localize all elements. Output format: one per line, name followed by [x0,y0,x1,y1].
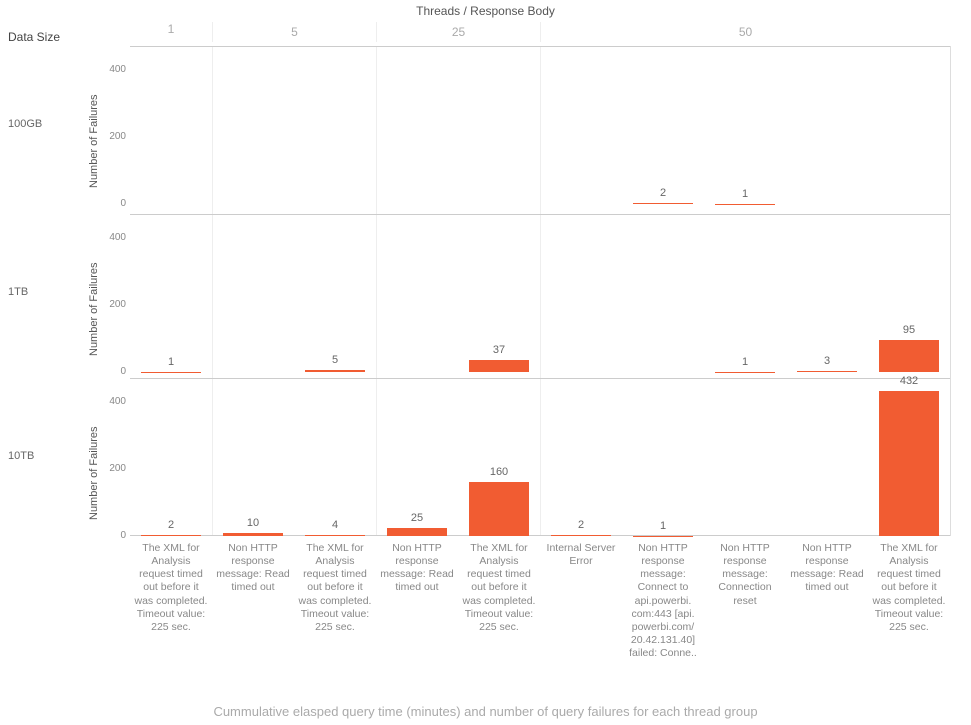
plot-right-edge [950,46,951,536]
bar [715,204,774,205]
x-category-label: Non HTTP response message: Connect to ap… [625,542,700,660]
y-tick-label: 0 [96,198,126,209]
panel-row [130,378,950,536]
y-tick-label: 200 [96,463,126,474]
bar-value-label: 2 [168,519,174,531]
bar-value-label: 37 [493,344,505,356]
thread-group-header: 25 [376,22,540,42]
x-category-label: The XML for Analysis request timed out b… [297,542,372,634]
bar [305,370,364,372]
x-category-label: Non HTTP response message: Connection re… [707,542,782,608]
thread-group-header: 1 [130,22,212,36]
thread-group-header: 5 [212,22,376,42]
row-facet-label: 10TB [8,450,34,462]
x-category-label: The XML for Analysis request timed out b… [133,542,208,634]
bar [141,372,200,373]
x-category-label: The XML for Analysis request timed out b… [871,542,946,634]
bar-value-label: 1 [660,520,666,532]
bar [879,340,938,372]
x-category-label: The XML for Analysis request timed out b… [461,542,536,634]
bar [797,371,856,372]
x-category-label: Non HTTP response message: Read timed ou… [789,542,864,595]
bar [551,535,610,536]
y-tick-label: 0 [96,366,126,377]
bar [715,372,774,373]
bar-value-label: 2 [578,519,584,531]
y-tick-label: 200 [96,299,126,310]
bar [305,535,364,536]
bar [633,536,692,537]
y-tick-label: 200 [96,131,126,142]
row-facet-label: 100GB [8,118,42,130]
y-tick-label: 400 [96,396,126,407]
bar-value-label: 1 [742,356,748,368]
y-tick-label: 0 [96,530,126,541]
bar-value-label: 1 [168,356,174,368]
bar [141,535,200,536]
bar-value-label: 160 [490,466,508,478]
bar [469,360,528,372]
bar-value-label: 95 [903,324,915,336]
x-category-label: Non HTTP response message: Read timed ou… [215,542,290,595]
bar [469,482,528,536]
bar-value-label: 432 [900,375,918,387]
x-category-label: Non HTTP response message: Read timed ou… [379,542,454,595]
col-facet-title: Threads / Response Body [0,4,971,18]
bar-value-label: 10 [247,517,259,529]
bar-value-label: 1 [742,188,748,200]
bar-value-label: 5 [332,354,338,366]
y-tick-label: 400 [96,64,126,75]
bar-value-label: 4 [332,519,338,531]
bar [633,203,692,204]
y-tick-label: 400 [96,232,126,243]
thread-group-header: 50 [540,22,950,42]
x-category-label: Internal Server Error [543,542,618,568]
chart-root: Threads / Response Body Data Size 152550… [0,0,971,725]
panel-row [130,46,950,204]
row-facet-title: Data Size [8,30,60,44]
bar-value-label: 2 [660,187,666,199]
chart-caption: Cummulative elasped query time (minutes)… [0,704,971,719]
row-facet-label: 1TB [8,286,28,298]
bar [223,533,282,536]
bar-value-label: 3 [824,355,830,367]
panel-row [130,214,950,372]
bar [387,528,446,536]
bar [879,391,938,536]
bar-value-label: 25 [411,512,423,524]
